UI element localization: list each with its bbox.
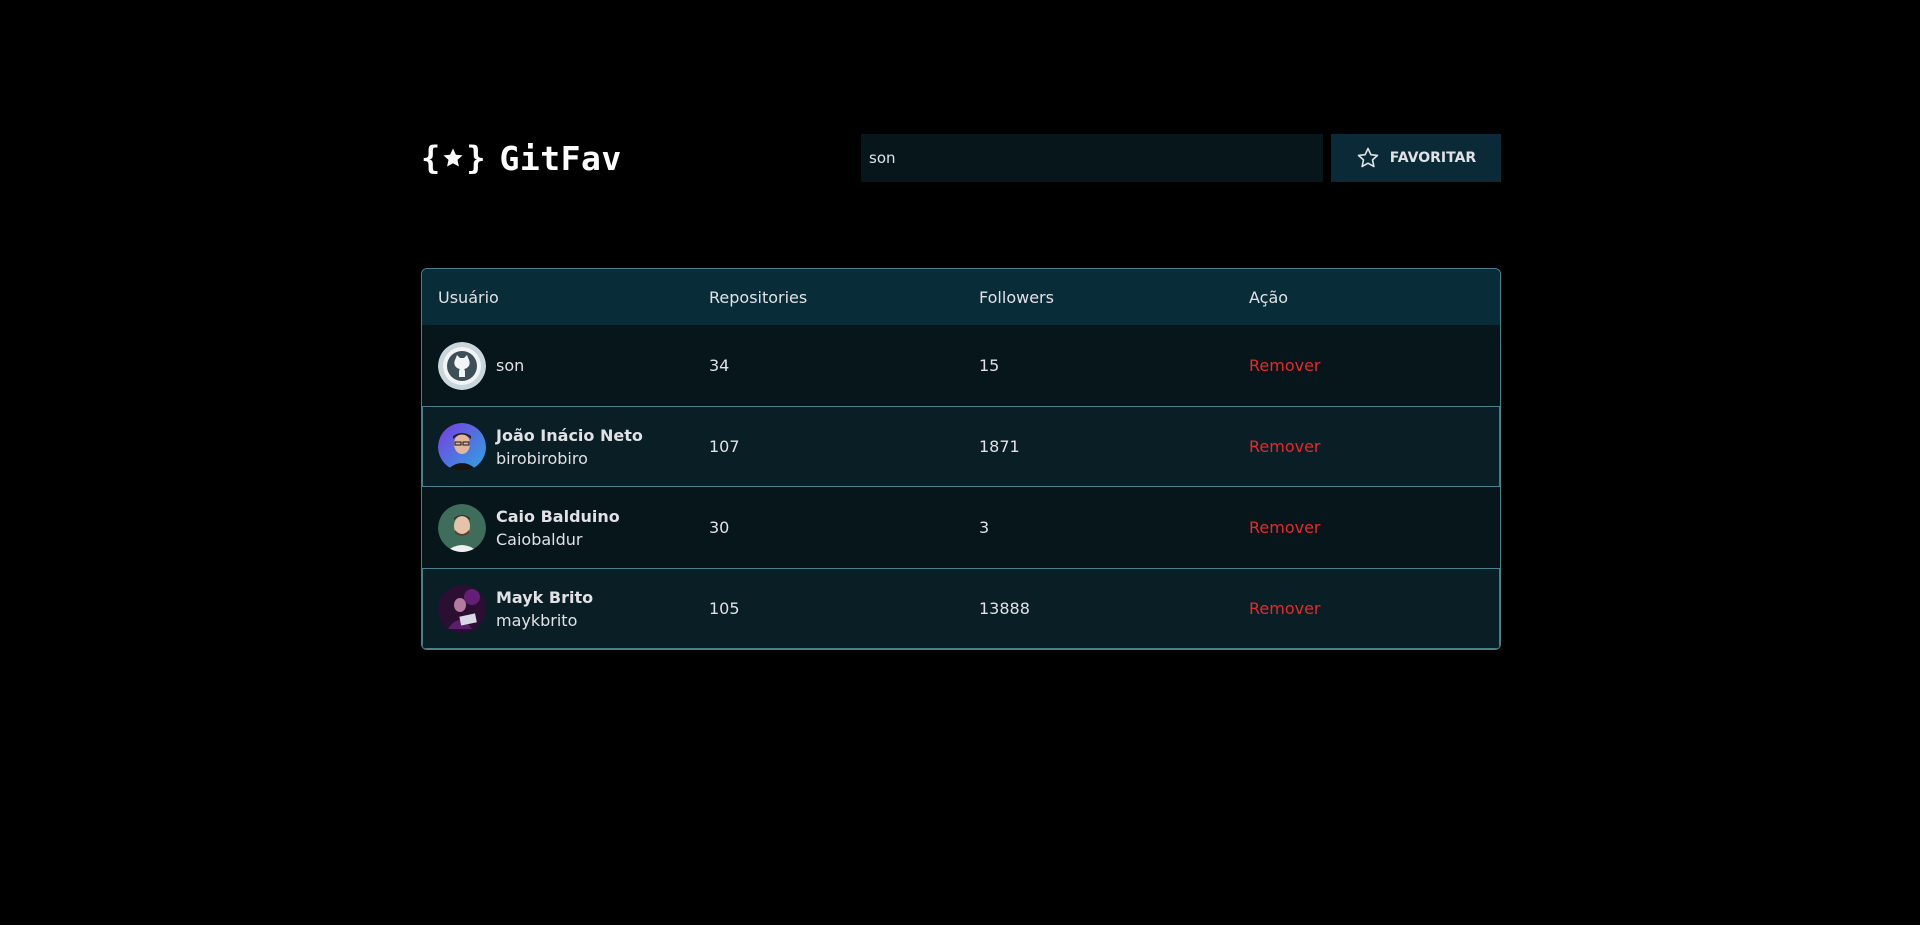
user-login: birobirobiro [496,448,588,468]
table-row: João Inácio Neto birobirobiro 107 1871 R… [422,406,1500,487]
page-header: { } GitFav FAVORITAR [421,133,1501,183]
user-cell: Mayk Brito maykbrito [438,584,692,633]
table-row: Mayk Brito maykbrito 105 13888 Remover [422,568,1500,649]
avatar-github-icon[interactable] [438,341,486,390]
column-header-user: Usuário [438,287,499,307]
user-cell: Caio Balduino Caiobaldur [438,503,692,552]
star-outline-icon [1357,147,1379,168]
table-row: son 34 15 Remover [422,325,1500,406]
user-name: Caio Balduino [496,506,620,526]
column-header-repositories: Repositories [709,287,808,307]
remove-button[interactable]: Remover [1249,437,1321,456]
table-header-row: Usuário Repositories Followers Ação [422,269,1500,325]
logo-text: GitFav [499,138,622,178]
remove-button[interactable]: Remover [1249,599,1321,618]
favorites-table: Usuário Repositories Followers Ação son … [421,268,1501,650]
repositories-cell: 34 [709,356,730,375]
table-row: Caio Balduino Caiobaldur 30 3 Remover [422,487,1500,568]
followers-cell: 1871 [979,437,1020,456]
followers-cell: 3 [979,518,990,537]
repositories-cell: 105 [709,599,740,618]
repositories-cell: 107 [709,437,740,456]
user-cell: son [438,341,692,390]
column-header-action: Ação [1249,287,1289,307]
user-login: maykbrito [496,610,578,630]
star-icon [443,148,463,167]
user-login: Caiobaldur [496,529,583,549]
remove-button[interactable]: Remover [1249,356,1321,375]
user-name: João Inácio Neto [496,425,643,445]
avatar-image[interactable] [438,422,486,471]
avatar-image[interactable] [438,584,486,633]
avatar-image[interactable] [438,503,486,552]
logo: { } GitFav [421,139,622,178]
followers-cell: 13888 [979,599,1030,618]
repositories-cell: 30 [709,518,730,537]
favorite-button-label: FAVORITAR [1389,150,1477,166]
logo-icon: { } [421,139,486,177]
favorite-button[interactable]: FAVORITAR [1331,134,1501,182]
user-login: son [496,356,525,375]
search-area: FAVORITAR [861,134,1501,182]
search-input[interactable] [861,134,1323,182]
user-name: Mayk Brito [496,587,594,607]
remove-button[interactable]: Remover [1249,518,1321,537]
column-header-followers: Followers [979,287,1054,307]
app-container: { } GitFav FAVORITAR Usuário [421,133,1501,650]
followers-cell: 15 [979,356,1000,375]
user-cell: João Inácio Neto birobirobiro [438,422,692,471]
